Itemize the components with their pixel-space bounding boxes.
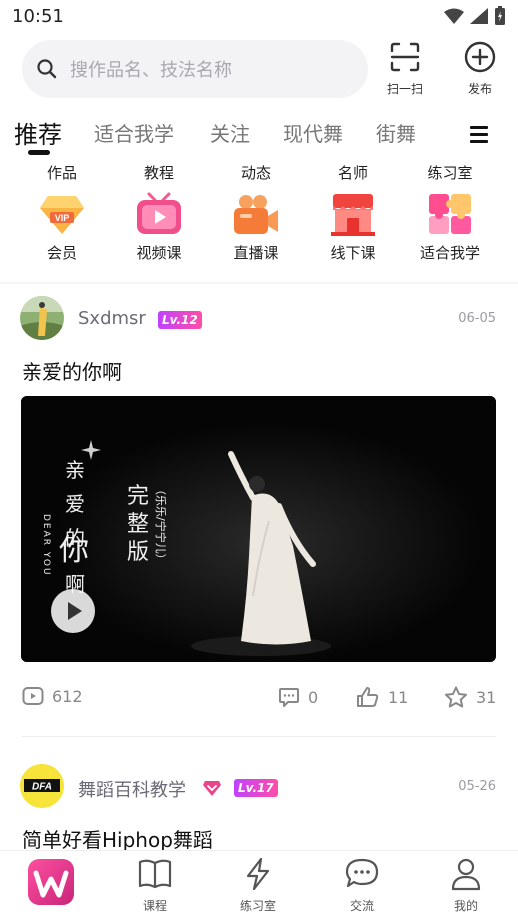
avatar-logo-text: DFA bbox=[32, 782, 52, 793]
vertical-title-char: 你 bbox=[59, 533, 89, 568]
tab-following[interactable]: 关注 bbox=[210, 118, 250, 147]
lightning-icon bbox=[246, 857, 270, 891]
vertical-title-char: 亲 bbox=[65, 458, 85, 482]
plus-circle-icon bbox=[464, 41, 496, 73]
subcat-works[interactable]: 作品 bbox=[22, 162, 102, 183]
like-button[interactable]: 11 bbox=[356, 686, 408, 708]
post-title: 简单好看Hiphop舞蹈 bbox=[22, 828, 213, 852]
views-count: 612 bbox=[52, 686, 83, 706]
level-badge: Lv.12 bbox=[158, 311, 202, 329]
views-stat: 612 bbox=[22, 686, 83, 706]
feature-suitable[interactable]: 适合我学 bbox=[405, 190, 495, 263]
status-time: 10:51 bbox=[12, 5, 64, 27]
nav-courses[interactable]: 课程 bbox=[115, 857, 195, 914]
nav-home[interactable] bbox=[11, 859, 91, 909]
live-camera-icon bbox=[234, 195, 278, 234]
feature-vip[interactable]: VIP 会员 bbox=[17, 190, 107, 263]
post-title: 亲爱的你啊 bbox=[22, 360, 122, 384]
puzzle-icon bbox=[429, 194, 471, 234]
wifi-icon bbox=[444, 8, 464, 24]
subcategory-row: 作品 教程 动态 名师 练习室 bbox=[0, 162, 518, 186]
feature-offline-course[interactable]: 线下课 bbox=[308, 190, 398, 263]
comment-icon bbox=[279, 688, 299, 707]
subcat-teachers[interactable]: 名师 bbox=[313, 162, 393, 183]
level-badge: Lv.17 bbox=[234, 779, 278, 797]
nav-label: 练习室 bbox=[239, 899, 276, 913]
menu-icon[interactable] bbox=[470, 124, 488, 144]
scan-button[interactable]: 扫一扫 bbox=[378, 40, 432, 97]
storefront-icon bbox=[331, 194, 375, 236]
feature-label: 直播课 bbox=[233, 244, 279, 262]
nav-profile[interactable]: 我的 bbox=[426, 857, 506, 914]
person-icon bbox=[451, 858, 481, 891]
comment-button[interactable]: 0 bbox=[278, 686, 318, 708]
battery-icon bbox=[495, 6, 505, 25]
feature-label: 视频课 bbox=[136, 244, 182, 262]
nav-community[interactable]: 交流 bbox=[322, 857, 402, 914]
tab-street-dance[interactable]: 街舞 bbox=[376, 118, 416, 147]
username[interactable]: 舞蹈百科教学 bbox=[78, 776, 186, 802]
thumbs-up-icon bbox=[357, 687, 379, 707]
comments-count: 0 bbox=[308, 687, 319, 707]
signal-icon bbox=[470, 8, 488, 24]
nav-label: 课程 bbox=[142, 899, 167, 913]
publish-button[interactable]: 发布 bbox=[453, 40, 507, 97]
video-thumbnail[interactable]: 亲 爱 的 你 啊 DEAR YOU 完 整 版 （乐乐/宁宁儿） bbox=[21, 396, 496, 662]
app-logo-icon bbox=[28, 859, 74, 905]
video-course-icon bbox=[137, 192, 181, 234]
book-icon bbox=[138, 859, 172, 889]
tab-recommend[interactable]: 推荐 bbox=[14, 115, 62, 150]
search-row: 搜作品名、技法名称 扫一扫 发布 bbox=[0, 38, 518, 102]
post-date: 06-05 bbox=[458, 311, 496, 326]
subcat-tutorials[interactable]: 教程 bbox=[119, 162, 199, 183]
subcat-practice-room[interactable]: 练习室 bbox=[410, 162, 490, 183]
version-char: 版 bbox=[127, 540, 150, 565]
favorite-button[interactable]: 31 bbox=[444, 686, 496, 708]
verified-heart-icon bbox=[203, 781, 221, 796]
feature-label: 会员 bbox=[46, 244, 77, 262]
search-icon bbox=[37, 59, 57, 79]
post-date: 05-26 bbox=[458, 779, 496, 794]
username[interactable]: Sxdmsr bbox=[78, 308, 146, 329]
favorites-count: 31 bbox=[476, 687, 497, 707]
active-tab-indicator bbox=[28, 150, 50, 155]
publish-label: 发布 bbox=[467, 82, 492, 96]
feed-post[interactable]: DFA 舞蹈百科教学 Lv.17 05-26 简单好看Hiphop舞蹈 bbox=[0, 764, 518, 852]
tab-modern-dance[interactable]: 现代舞 bbox=[283, 118, 343, 147]
english-subtitle: DEAR YOU bbox=[41, 514, 51, 577]
search-input[interactable]: 搜作品名、技法名称 bbox=[22, 40, 368, 98]
section-divider bbox=[0, 282, 518, 284]
category-tabs: 推荐 适合我学 关注 现代舞 街舞 bbox=[0, 112, 518, 160]
subcat-updates[interactable]: 动态 bbox=[216, 162, 296, 183]
scan-label: 扫一扫 bbox=[386, 82, 423, 96]
play-icon bbox=[68, 602, 82, 620]
likes-count: 11 bbox=[388, 687, 409, 707]
status-icons bbox=[444, 6, 506, 26]
status-bar: 10:51 bbox=[0, 0, 518, 32]
feature-grid: VIP 会员 视频课 直播课 线下课 适合我学 bbox=[0, 190, 518, 270]
vip-diamond-icon: VIP bbox=[40, 196, 84, 234]
svg-text:VIP: VIP bbox=[55, 213, 70, 223]
video-views-icon bbox=[22, 687, 44, 705]
tab-suitable[interactable]: 适合我学 bbox=[94, 118, 174, 147]
feature-video-course[interactable]: 视频课 bbox=[114, 190, 204, 263]
nav-label: 交流 bbox=[349, 899, 374, 913]
chat-icon bbox=[345, 858, 379, 888]
scan-icon bbox=[390, 42, 420, 72]
bottom-navigation: 课程 练习室 交流 我的 bbox=[0, 850, 518, 918]
nav-practice-room[interactable]: 练习室 bbox=[218, 857, 298, 914]
play-button[interactable] bbox=[51, 589, 95, 633]
star-icon bbox=[445, 686, 467, 708]
nav-label: 我的 bbox=[453, 899, 478, 913]
vertical-title-char: 爱 bbox=[65, 492, 85, 516]
credit-text: （乐乐/宁宁儿） bbox=[154, 484, 167, 565]
avatar[interactable]: DFA bbox=[20, 764, 64, 808]
feature-label: 适合我学 bbox=[419, 244, 480, 262]
search-placeholder: 搜作品名、技法名称 bbox=[70, 60, 232, 81]
feature-live-course[interactable]: 直播课 bbox=[211, 190, 301, 263]
post-stats: 612 0 11 31 bbox=[0, 686, 518, 714]
avatar[interactable] bbox=[20, 296, 64, 340]
feature-label: 线下课 bbox=[330, 244, 376, 262]
post-divider bbox=[22, 736, 496, 737]
